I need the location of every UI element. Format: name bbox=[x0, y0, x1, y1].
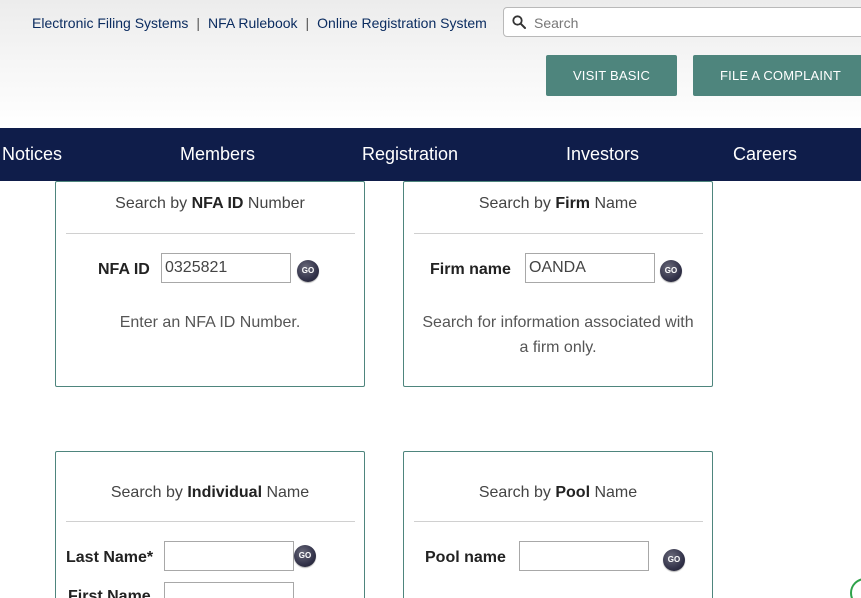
firm-description: Search for information associated with a… bbox=[422, 314, 694, 356]
firm-name-label: Firm name bbox=[430, 261, 511, 278]
utility-links: Electronic Filing Systems | NFA Rulebook | O… bbox=[32, 15, 487, 31]
card-title: Search by Pool Name bbox=[404, 484, 712, 502]
card-title-text: Search by bbox=[478, 484, 556, 501]
search-input[interactable] bbox=[532, 11, 856, 35]
link-electronic-filing-systems[interactable]: Electronic Filing Systems bbox=[32, 15, 188, 31]
nav-item-notices[interactable]: Notices bbox=[2, 144, 62, 165]
card-title-bold: Pool bbox=[555, 484, 591, 501]
card-divider bbox=[66, 521, 355, 522]
last-name-label: Last Name* bbox=[66, 549, 154, 566]
file-complaint-button[interactable]: FILE A COMPLAINT bbox=[693, 55, 861, 96]
nfa-id-go-button[interactable]: GO bbox=[297, 260, 319, 282]
first-name-label: First Name bbox=[68, 588, 151, 598]
nav-item-members[interactable]: Members bbox=[180, 144, 255, 165]
pool-name-input[interactable] bbox=[519, 541, 649, 571]
card-title-bold: Firm bbox=[555, 195, 591, 212]
card-title-bold: Individual bbox=[187, 484, 263, 501]
card-divider bbox=[414, 233, 703, 234]
nfa-id-description: Enter an NFA ID Number. bbox=[119, 314, 301, 331]
individual-go-button[interactable]: GO bbox=[294, 545, 316, 567]
search-by-nfa-id-card: Search by NFA ID Number NFA ID GO Enter … bbox=[55, 181, 365, 387]
card-title: Search by Individual Name bbox=[56, 484, 364, 502]
firm-go-button[interactable]: GO bbox=[660, 260, 682, 282]
pool-name-label: Pool name bbox=[425, 549, 506, 566]
scroll-to-top-button[interactable] bbox=[850, 578, 861, 598]
card-title: Search by NFA ID Number bbox=[56, 195, 364, 213]
search-icon bbox=[512, 15, 526, 29]
first-name-input[interactable] bbox=[164, 582, 294, 598]
nav-item-careers[interactable]: Careers bbox=[733, 144, 797, 165]
last-name-input[interactable] bbox=[164, 541, 294, 571]
search-by-firm-card: Search by Firm Name Firm name GO Search … bbox=[403, 181, 713, 387]
link-separator: | bbox=[305, 15, 310, 31]
visit-basic-button[interactable]: VISIT BASIC bbox=[546, 55, 677, 96]
site-header: Electronic Filing Systems | NFA Rulebook | O… bbox=[0, 0, 861, 128]
card-divider bbox=[66, 233, 355, 234]
link-nfa-rulebook[interactable]: NFA Rulebook bbox=[208, 15, 298, 31]
card-title-text: Number bbox=[243, 195, 305, 212]
card-title-text: Search by bbox=[478, 195, 556, 212]
card-title-text: Name bbox=[262, 484, 310, 501]
card-title-text: Name bbox=[590, 195, 638, 212]
link-separator: | bbox=[196, 15, 201, 31]
search-by-pool-card: Search by Pool Name Pool name GO bbox=[403, 451, 713, 598]
nfa-id-input[interactable] bbox=[161, 253, 291, 283]
card-title-bold: NFA ID bbox=[191, 195, 244, 212]
card-title-text: Search by bbox=[115, 195, 192, 212]
firm-name-input[interactable] bbox=[525, 253, 655, 283]
nav-item-registration[interactable]: Registration bbox=[362, 144, 458, 165]
site-search bbox=[503, 7, 861, 37]
main-nav: Notices Members Registration Investors C… bbox=[0, 128, 861, 181]
search-by-individual-card: Search by Individual Name Last Name* GO … bbox=[55, 451, 365, 598]
card-title: Search by Firm Name bbox=[404, 195, 712, 213]
nfa-id-label: NFA ID bbox=[98, 261, 150, 278]
link-online-registration-system[interactable]: Online Registration System bbox=[317, 15, 487, 31]
card-title-text: Name bbox=[590, 484, 638, 501]
pool-go-button[interactable]: GO bbox=[663, 549, 685, 571]
page: Electronic Filing Systems | NFA Rulebook | O… bbox=[0, 0, 861, 598]
card-divider bbox=[414, 521, 703, 522]
card-title-text: Search by bbox=[110, 484, 188, 501]
nav-item-investors[interactable]: Investors bbox=[566, 144, 639, 165]
